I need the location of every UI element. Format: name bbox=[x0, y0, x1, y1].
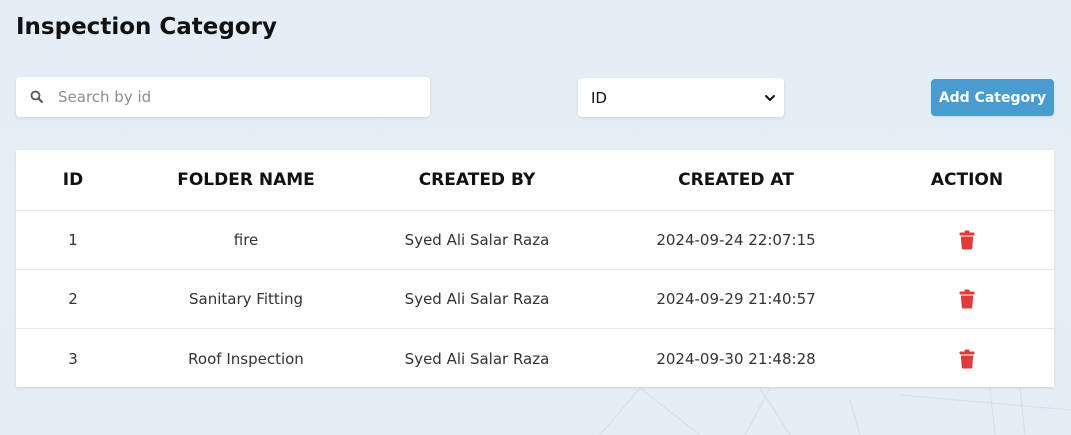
table-row: 2 Sanitary Fitting Syed Ali Salar Raza 2… bbox=[16, 270, 1054, 329]
cell-action bbox=[959, 329, 975, 388]
filter-select[interactable]: ID bbox=[578, 78, 784, 117]
cell-action bbox=[959, 270, 975, 328]
cell-id: 1 bbox=[68, 231, 78, 249]
cell-folder-name: Sanitary Fitting bbox=[189, 290, 303, 308]
cell-created-by: Syed Ali Salar Raza bbox=[404, 290, 550, 308]
cell-id: 3 bbox=[68, 349, 78, 368]
cell-created-at: 2024-09-29 21:40:57 bbox=[656, 290, 816, 308]
column-header-created-by[interactable]: CREATED BY bbox=[419, 150, 536, 210]
cell-created-by: Syed Ali Salar Raza bbox=[404, 231, 550, 249]
column-header-created-at[interactable]: CREATED AT bbox=[678, 150, 794, 210]
page-title: Inspection Category bbox=[16, 14, 277, 40]
trash-icon[interactable] bbox=[959, 289, 975, 309]
table-row: 1 fire Syed Ali Salar Raza 2024-09-24 22… bbox=[16, 211, 1054, 270]
search-input[interactable] bbox=[56, 87, 400, 107]
cell-created-at: 2024-09-30 21:48:28 bbox=[656, 349, 816, 368]
category-table: ID FOLDER NAME CREATED BY CREATED AT ACT… bbox=[16, 150, 1054, 387]
trash-icon[interactable] bbox=[959, 230, 975, 250]
cell-created-at: 2024-09-24 22:07:15 bbox=[656, 231, 816, 249]
table-row: 3 Roof Inspection Syed Ali Salar Raza 20… bbox=[16, 329, 1054, 388]
search-icon bbox=[29, 89, 45, 105]
column-header-id[interactable]: ID bbox=[63, 150, 83, 210]
trash-icon[interactable] bbox=[959, 349, 975, 369]
search-box[interactable] bbox=[16, 77, 430, 117]
column-header-action: ACTION bbox=[930, 170, 1004, 190]
table-header-row: ID FOLDER NAME CREATED BY CREATED AT ACT… bbox=[16, 150, 1054, 211]
add-category-button[interactable]: Add Category bbox=[931, 79, 1054, 116]
cell-folder-name: fire bbox=[233, 231, 259, 249]
cell-created-by: Syed Ali Salar Raza bbox=[404, 349, 550, 368]
column-header-folder-name[interactable]: FOLDER NAME bbox=[177, 150, 315, 210]
cell-id: 2 bbox=[68, 290, 78, 308]
filter-selected-value: ID bbox=[591, 88, 607, 107]
cell-action bbox=[959, 211, 975, 269]
cell-folder-name: Roof Inspection bbox=[188, 349, 304, 368]
chevron-down-icon bbox=[764, 92, 776, 104]
